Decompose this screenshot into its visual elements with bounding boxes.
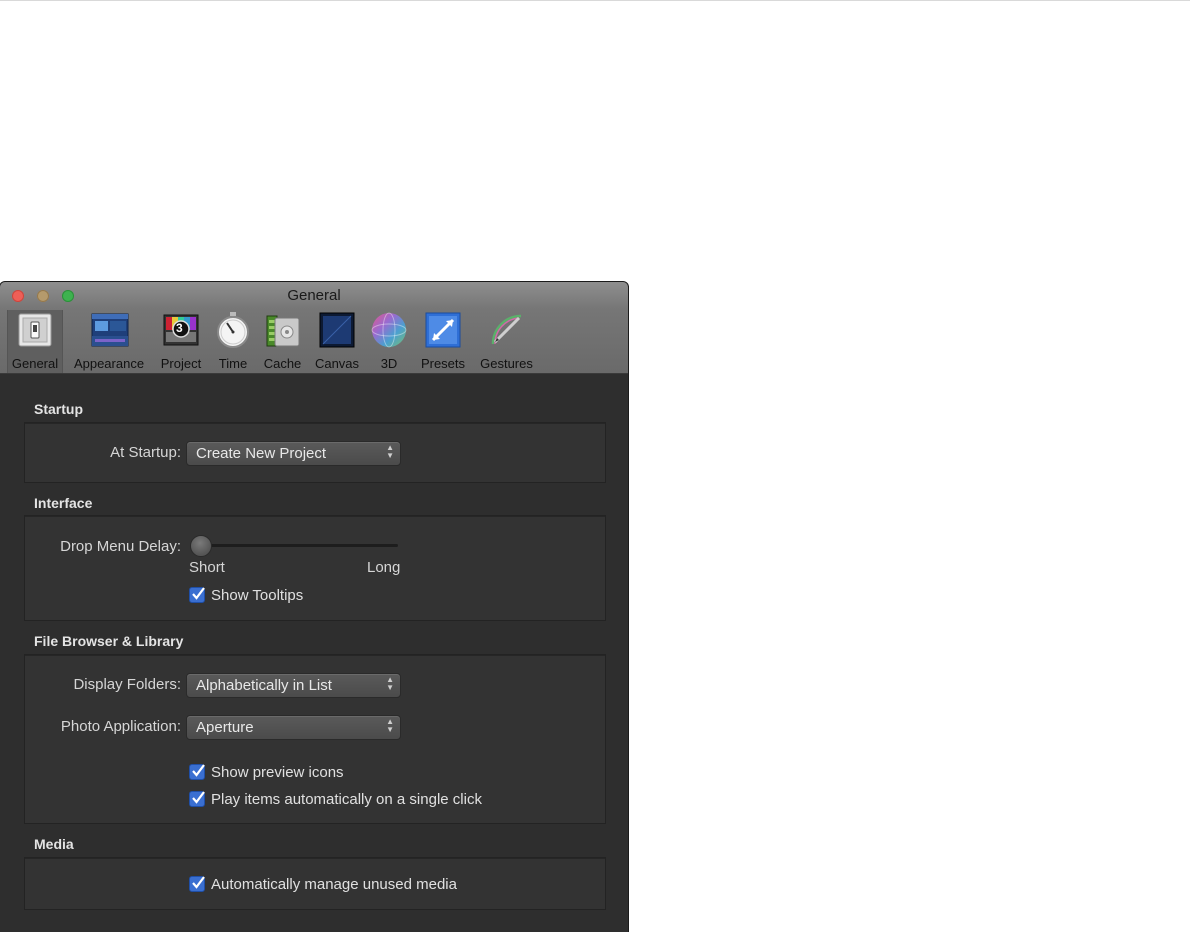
tab-gestures[interactable]: Gestures (475, 310, 538, 373)
tab-label: Cache (263, 356, 302, 371)
tab-label: General (11, 356, 59, 371)
drop-menu-delay-track[interactable] (200, 544, 398, 547)
show-tooltips-row[interactable]: Show Tooltips (189, 586, 303, 604)
tab-label: Project (160, 356, 202, 371)
interface-group: Drop Menu Delay: Short Long Show Tooltip… (24, 515, 606, 621)
show-preview-icons-checkbox[interactable] (189, 764, 205, 780)
tab-appearance[interactable]: Appearance (68, 310, 150, 373)
drop-menu-delay-label: Drop Menu Delay: (60, 538, 181, 555)
window-title: General (287, 287, 341, 304)
photo-application-popup[interactable]: Aperture ▲ ▼ (186, 715, 401, 740)
tab-canvas[interactable]: Canvas (311, 310, 363, 373)
popup-value: Alphabetically in List (196, 677, 332, 694)
top-divider (0, 0, 1190, 1)
at-startup-popup[interactable]: Create New Project ▲ ▼ (186, 441, 401, 466)
checkmark-icon (192, 876, 205, 889)
drop-menu-delay-knob[interactable] (190, 535, 212, 557)
checkmark-icon (192, 791, 205, 804)
startup-group: At Startup: Create New Project ▲ ▼ (24, 422, 606, 483)
play-items-checkbox[interactable] (189, 791, 205, 807)
tab-label: Time (218, 356, 248, 371)
updown-arrows-icon: ▲ ▼ (386, 717, 394, 734)
photo-application-label: Photo Application: (60, 718, 181, 735)
section-title-interface: Interface (34, 495, 93, 511)
show-preview-icons-label: Show preview icons (211, 763, 344, 781)
canvas-icon (319, 312, 355, 348)
tab-project[interactable]: 3 Project (155, 310, 207, 373)
preferences-content: Startup At Startup: Create New Project ▲… (0, 374, 628, 932)
manage-unused-media-label: Automatically manage unused media (211, 875, 457, 893)
tab-presets[interactable]: Presets (416, 310, 470, 373)
checkmark-icon (192, 587, 205, 600)
presets-icon (425, 312, 461, 348)
general-switch-icon (17, 312, 53, 348)
stopwatch-icon (215, 312, 251, 348)
media-group: Automatically manage unused media (24, 857, 606, 910)
play-items-label: Play items automatically on a single cli… (211, 790, 482, 808)
show-tooltips-checkbox[interactable] (189, 587, 205, 603)
project-icon: 3 (163, 312, 199, 348)
popup-value: Aperture (196, 719, 254, 736)
slider-min-label: Short (189, 559, 225, 576)
project-icon-number: 3 (176, 321, 183, 335)
section-title-file-browser: File Browser & Library (34, 633, 184, 649)
show-preview-icons-row[interactable]: Show preview icons (189, 763, 344, 781)
cache-icon (265, 312, 301, 348)
tab-3d[interactable]: 3D (368, 310, 410, 373)
tab-label: Gestures (480, 356, 533, 371)
file-browser-group: Display Folders: Alphabetically in List … (24, 654, 606, 824)
display-folders-popup[interactable]: Alphabetically in List ▲ ▼ (186, 673, 401, 698)
preferences-window: General General Appearance 3 Project Tim… (0, 282, 628, 932)
popup-value: Create New Project (196, 445, 327, 462)
manage-unused-media-row[interactable]: Automatically manage unused media (189, 875, 457, 893)
updown-arrows-icon: ▲ ▼ (386, 675, 394, 692)
tab-cache[interactable]: Cache (259, 310, 306, 373)
manage-unused-media-checkbox[interactable] (189, 876, 205, 892)
tab-label: Canvas (314, 356, 360, 371)
tab-label: 3D (380, 356, 398, 371)
tab-time[interactable]: Time (212, 310, 254, 373)
section-title-startup: Startup (34, 401, 83, 417)
show-tooltips-label: Show Tooltips (211, 586, 304, 604)
section-title-media: Media (34, 836, 74, 852)
appearance-icon (91, 312, 129, 348)
updown-arrows-icon: ▲ ▼ (386, 443, 394, 460)
tab-label: Appearance (73, 356, 145, 371)
tab-general[interactable]: General (7, 310, 63, 373)
sphere-3d-icon (371, 312, 407, 348)
play-items-row[interactable]: Play items automatically on a single cli… (189, 790, 482, 808)
title-bar: General General Appearance 3 Project Tim… (0, 282, 628, 374)
slider-max-label: Long (367, 559, 401, 576)
gestures-pen-icon (489, 312, 525, 348)
display-folders-label: Display Folders: (73, 676, 181, 693)
at-startup-label: At Startup: (110, 444, 181, 461)
checkmark-icon (192, 764, 205, 777)
tab-label: Presets (420, 356, 466, 371)
